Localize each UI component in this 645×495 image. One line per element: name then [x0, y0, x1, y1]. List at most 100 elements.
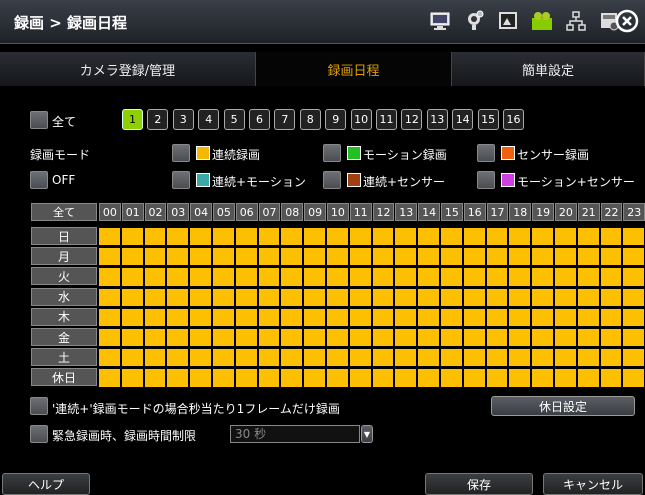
schedule-cell[interactable]: [121, 349, 143, 367]
schedule-cell[interactable]: [258, 349, 280, 367]
schedule-cell[interactable]: [600, 288, 622, 306]
schedule-cell[interactable]: [395, 248, 417, 266]
channel-button-13[interactable]: 13: [426, 109, 448, 130]
schedule-cell[interactable]: [258, 308, 280, 326]
schedule-cell[interactable]: [463, 288, 485, 306]
schedule-cell[interactable]: [577, 369, 599, 387]
schedule-cell[interactable]: [327, 349, 348, 367]
mode-continuous-motion-checkbox[interactable]: [172, 171, 190, 189]
schedule-cell[interactable]: [395, 228, 417, 246]
schedule-cell[interactable]: [349, 308, 371, 326]
schedule-cell[interactable]: [372, 248, 394, 266]
schedule-cell[interactable]: [281, 349, 303, 367]
schedule-cell[interactable]: [121, 369, 143, 387]
schedule-cell[interactable]: [167, 248, 189, 266]
schedule-cell[interactable]: [281, 288, 303, 306]
schedule-cell[interactable]: [99, 349, 120, 367]
one-fps-checkbox[interactable]: [30, 397, 48, 415]
schedule-cell[interactable]: [486, 268, 508, 286]
schedule-cell[interactable]: [486, 288, 508, 306]
schedule-cell[interactable]: [281, 308, 303, 326]
schedule-cell[interactable]: [167, 349, 189, 367]
schedule-cell[interactable]: [486, 349, 508, 367]
schedule-cell[interactable]: [509, 288, 531, 306]
schedule-cell[interactable]: [623, 248, 645, 266]
hour-header-02[interactable]: 02: [144, 203, 167, 221]
schedule-cell[interactable]: [167, 268, 189, 286]
day-label-1[interactable]: 月: [31, 247, 97, 266]
hour-header-09[interactable]: 09: [304, 203, 326, 221]
monitor-icon[interactable]: [427, 8, 453, 34]
channel-button-9[interactable]: 9: [325, 109, 347, 130]
schedule-cell[interactable]: [441, 308, 462, 326]
channel-button-12[interactable]: 12: [401, 109, 423, 130]
schedule-cell[interactable]: [327, 268, 348, 286]
channel-button-11[interactable]: 11: [376, 109, 397, 130]
channel-button-14[interactable]: 14: [452, 109, 474, 130]
schedule-cell[interactable]: [532, 268, 553, 286]
hour-header-11[interactable]: 11: [349, 203, 372, 221]
hour-header-20[interactable]: 20: [555, 203, 577, 221]
schedule-cell[interactable]: [121, 308, 143, 326]
schedule-cell[interactable]: [600, 349, 622, 367]
schedule-cell[interactable]: [555, 369, 576, 387]
schedule-cell[interactable]: [395, 369, 417, 387]
schedule-cell[interactable]: [418, 228, 439, 246]
schedule-cell[interactable]: [623, 268, 645, 286]
day-label-4[interactable]: 木: [31, 307, 97, 326]
schedule-cell[interactable]: [395, 268, 417, 286]
channel-button-3[interactable]: 3: [172, 109, 194, 130]
schedule-cell[interactable]: [395, 288, 417, 306]
close-icon[interactable]: [613, 8, 641, 34]
schedule-cell[interactable]: [555, 268, 576, 286]
schedule-cell[interactable]: [600, 268, 622, 286]
schedule-cell[interactable]: [213, 288, 234, 306]
schedule-cell[interactable]: [463, 268, 485, 286]
schedule-cell[interactable]: [600, 248, 622, 266]
schedule-cell[interactable]: [258, 288, 280, 306]
schedule-cell[interactable]: [167, 228, 189, 246]
schedule-cell[interactable]: [600, 329, 622, 347]
schedule-cell[interactable]: [144, 349, 166, 367]
schedule-cell[interactable]: [441, 288, 462, 306]
schedule-cell[interactable]: [532, 369, 553, 387]
day-label-7[interactable]: 休日: [31, 368, 97, 387]
tab-camera-management[interactable]: カメラ登録/管理: [0, 52, 256, 86]
schedule-cell[interactable]: [213, 268, 234, 286]
schedule-cell[interactable]: [190, 248, 211, 266]
schedule-cell[interactable]: [121, 288, 143, 306]
cancel-button[interactable]: キャンセル: [543, 473, 643, 495]
mode-motion-checkbox[interactable]: [323, 144, 341, 162]
schedule-cell[interactable]: [623, 349, 645, 367]
schedule-cell[interactable]: [167, 369, 189, 387]
day-label-0[interactable]: 日: [31, 227, 97, 245]
schedule-cell[interactable]: [327, 329, 348, 347]
off-checkbox[interactable]: [30, 171, 48, 189]
schedule-cell[interactable]: [304, 369, 325, 387]
hour-header-19[interactable]: 19: [532, 203, 554, 221]
schedule-cell[interactable]: [418, 248, 439, 266]
dropdown-arrow-icon[interactable]: ▼: [361, 425, 373, 443]
hour-header-17[interactable]: 17: [486, 203, 509, 221]
schedule-cell[interactable]: [509, 268, 531, 286]
schedule-cell[interactable]: [395, 308, 417, 326]
schedule-cell[interactable]: [121, 329, 143, 347]
schedule-cell[interactable]: [577, 329, 599, 347]
time-limit-input[interactable]: 30 秒: [230, 425, 360, 443]
schedule-cell[interactable]: [281, 228, 303, 246]
schedule-cell[interactable]: [144, 329, 166, 347]
schedule-cell[interactable]: [235, 268, 257, 286]
schedule-cell[interactable]: [144, 288, 166, 306]
schedule-cell[interactable]: [99, 248, 120, 266]
schedule-cell[interactable]: [235, 248, 257, 266]
schedule-cell[interactable]: [144, 268, 166, 286]
hour-header-23[interactable]: 23: [623, 203, 645, 221]
schedule-cell[interactable]: [441, 228, 462, 246]
schedule-cell[interactable]: [372, 268, 394, 286]
schedule-cell[interactable]: [463, 349, 485, 367]
schedule-cell[interactable]: [555, 308, 576, 326]
channel-button-6[interactable]: 6: [249, 109, 270, 130]
schedule-cell[interactable]: [327, 288, 348, 306]
schedule-cell[interactable]: [532, 308, 553, 326]
channel-button-16[interactable]: 16: [503, 109, 524, 130]
